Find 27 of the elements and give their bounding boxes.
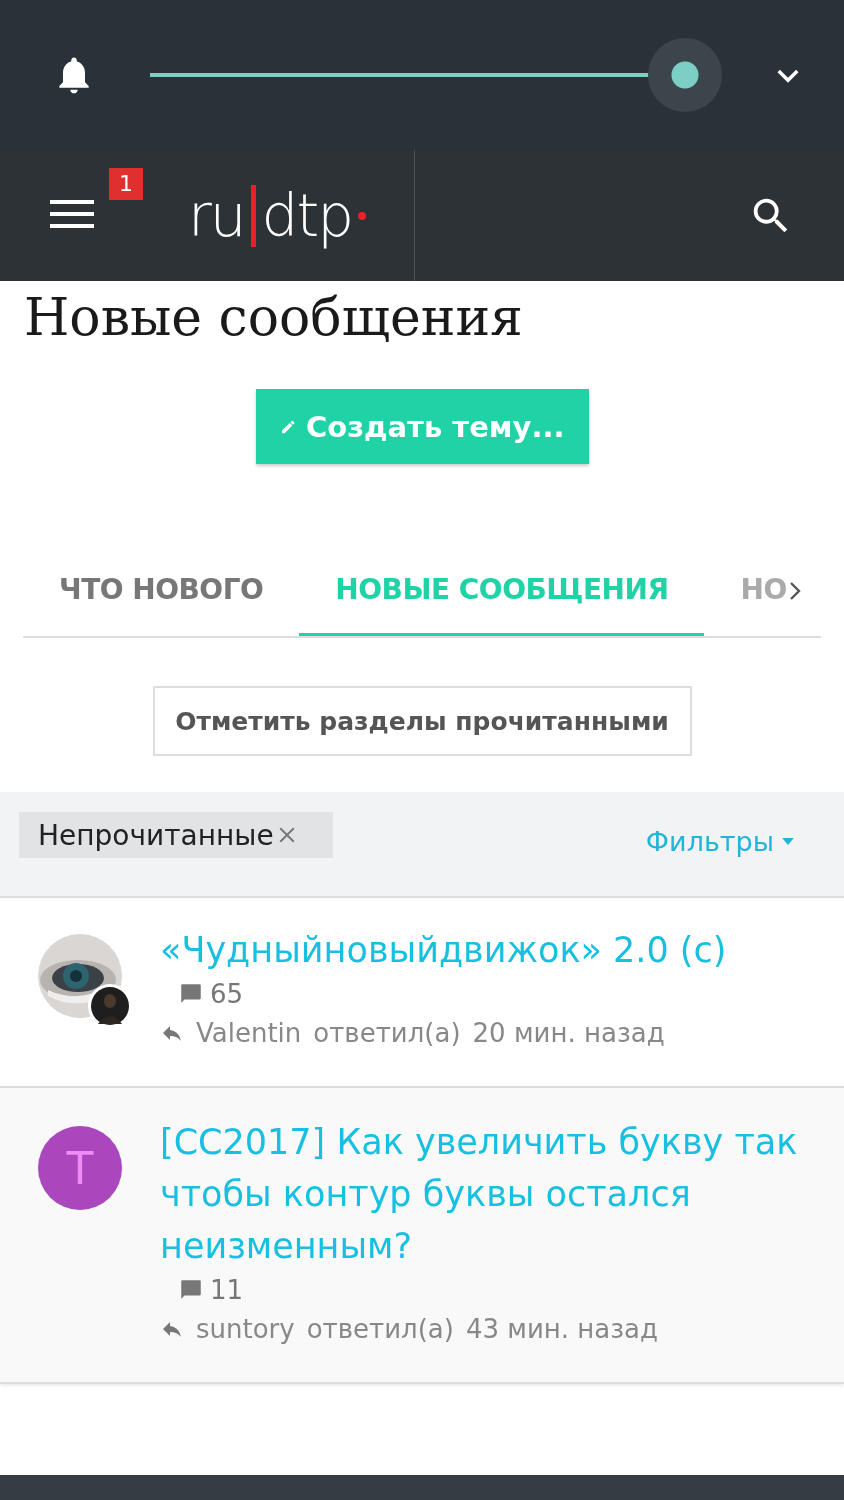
username-link[interactable]: Valentin — [196, 1018, 302, 1048]
tab[interactable]: НО — [704, 546, 787, 636]
caret-icon — [782, 838, 794, 845]
chevron-right-icon[interactable] — [788, 581, 801, 601]
reply-count: 65 — [210, 979, 244, 1009]
create-thread-button[interactable]: Создать тему... — [255, 389, 589, 464]
page-title: Новые сообщения — [24, 286, 524, 349]
notification-badge: 1 — [109, 167, 143, 200]
tab[interactable]: НОВЫЕ СООБЩЕНИЯ — [299, 546, 705, 636]
close-icon[interactable] — [277, 826, 296, 844]
timestamp: 43 мин. назад — [465, 1314, 658, 1344]
filter-chip[interactable]: Непрочитанные — [19, 812, 333, 858]
action-text: ответил(а) — [313, 1018, 461, 1048]
action-text: ответил(а) — [306, 1314, 454, 1344]
volume-slider[interactable] — [150, 38, 722, 112]
thread-title-link[interactable]: «Чудныйновыйдвижок» 2.0 (c) — [160, 924, 820, 976]
menu-icon[interactable] — [50, 197, 94, 230]
thread-title-link[interactable]: [CC2017] Как увеличить букву так чтобы контур буквы остался неизменным? — [160, 1116, 820, 1272]
site-logo[interactable]: ru dtp — [188, 180, 366, 251]
timestamp: 20 мин. назад — [472, 1018, 665, 1048]
tab[interactable]: ЧТО НОВОГО — [23, 546, 300, 636]
mark-read-button[interactable]: Отметить разделы прочитанными — [152, 686, 692, 756]
reply-count: 11 — [210, 1275, 244, 1305]
filter-label: Непрочитанные — [38, 818, 274, 852]
filters-link[interactable]: Фильтры — [645, 826, 794, 857]
username-link[interactable]: suntory — [196, 1314, 295, 1344]
user-avatar[interactable]: T — [38, 1126, 122, 1210]
